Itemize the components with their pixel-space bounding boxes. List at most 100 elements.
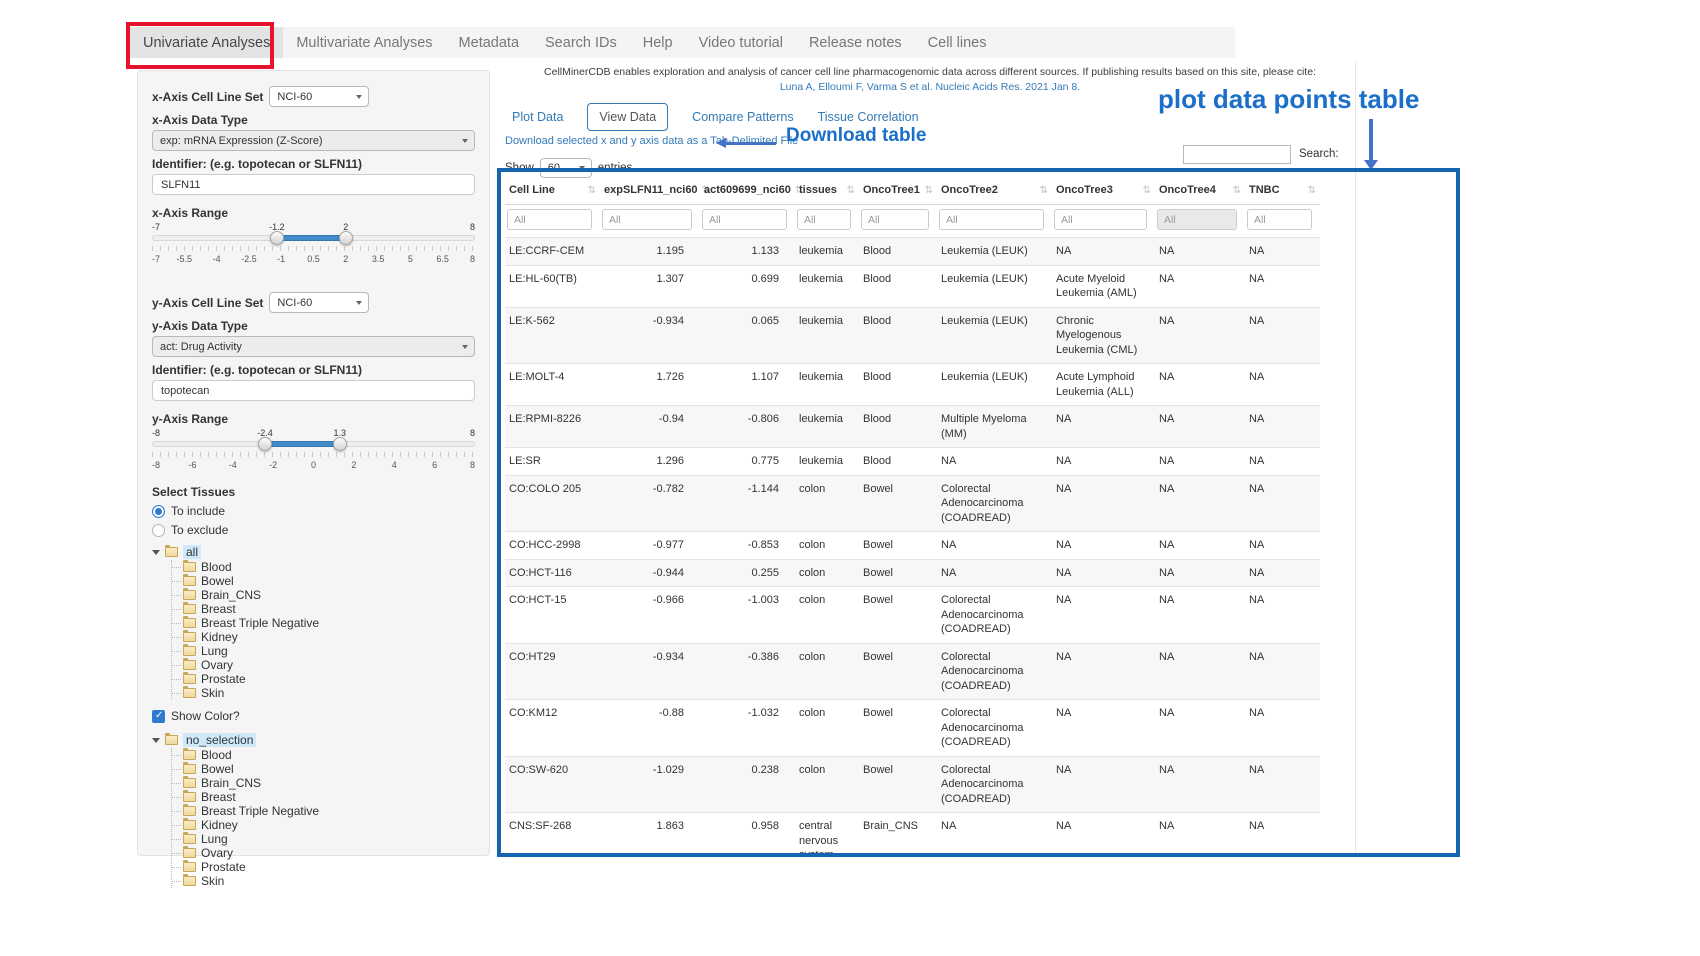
tree-item-label: Brain_CNS <box>201 588 261 602</box>
tree-item-brain-cns[interactable]: Brain_CNS <box>183 776 475 790</box>
cell-oncotree1: Bowel <box>859 643 937 700</box>
tree-item-kidney[interactable]: Kidney <box>183 630 475 644</box>
tissue-exclude-radio[interactable]: To exclude <box>152 523 475 537</box>
tree-item-bowel[interactable]: Bowel <box>183 762 475 776</box>
cell-expslfn11-nci60: -0.934 <box>600 643 700 700</box>
tree-item-label: Breast <box>201 602 236 616</box>
folder-icon <box>183 862 196 872</box>
sort-icon[interactable]: ⇅ <box>1040 185 1048 196</box>
filter-input-oncotree4[interactable] <box>1157 209 1237 230</box>
tree-item-skin[interactable]: Skin <box>183 874 475 888</box>
tissue-include-radio[interactable]: To include <box>152 504 475 518</box>
column-header-oncotree4[interactable]: OncoTree4⇅ <box>1155 176 1245 205</box>
tree-item-breast-triple-negative[interactable]: Breast Triple Negative <box>183 616 475 630</box>
y-axis-identifier-input[interactable] <box>152 380 475 401</box>
cell-oncotree4: NA <box>1155 700 1245 757</box>
radio-icon[interactable] <box>152 505 165 518</box>
sort-icon[interactable]: ⇅ <box>1143 185 1151 196</box>
tree-item-ovary[interactable]: Ovary <box>183 658 475 672</box>
sort-icon[interactable]: ⇅ <box>588 185 596 196</box>
tab-tissue-correlation[interactable]: Tissue Correlation <box>818 110 919 124</box>
nav-item-univariate-analyses[interactable]: Univariate Analyses <box>130 27 283 58</box>
sort-icon[interactable]: ⇅ <box>925 185 933 196</box>
cell-expslfn11-nci60: -1.029 <box>600 756 700 813</box>
sort-icon[interactable]: ⇅ <box>1308 185 1316 196</box>
tree-item-brain-cns[interactable]: Brain_CNS <box>183 588 475 602</box>
caret-down-icon[interactable] <box>152 738 160 743</box>
filter-input-tissues[interactable] <box>797 209 851 230</box>
nav-item-cell-lines[interactable]: Cell lines <box>915 27 1000 58</box>
column-header-tissues[interactable]: tissues⇅ <box>795 176 859 205</box>
tree-item-label: Breast <box>201 790 236 804</box>
filter-input-oncotree1[interactable] <box>861 209 929 230</box>
x-axis-identifier-input[interactable] <box>152 174 475 195</box>
nav-item-search-ids[interactable]: Search IDs <box>532 27 630 58</box>
nav-item-metadata[interactable]: Metadata <box>446 27 532 58</box>
nav-item-multivariate-analyses[interactable]: Multivariate Analyses <box>283 27 445 58</box>
filter-input-expslfn11-nci60[interactable] <box>602 209 692 230</box>
tree-item-kidney[interactable]: Kidney <box>183 818 475 832</box>
cell-oncotree4: NA <box>1155 406 1245 448</box>
x-axis-range-slider: -78-1.22-7-5.5-4-2.5-10.523.556.58 <box>152 222 475 268</box>
tree-item-blood[interactable]: Blood <box>183 748 475 762</box>
filter-input-tnbc[interactable] <box>1247 209 1312 230</box>
y-axis-cell-line-set-select[interactable]: NCI-60 <box>269 292 369 313</box>
filter-input-cell-line[interactable] <box>507 209 592 230</box>
tree-item-lung[interactable]: Lung <box>183 832 475 846</box>
slider-handle-from[interactable] <box>258 437 272 451</box>
nav-item-help[interactable]: Help <box>630 27 686 58</box>
tree-item-blood[interactable]: Blood <box>183 560 475 574</box>
tree-item-lung[interactable]: Lung <box>183 644 475 658</box>
column-header-expslfn11-nci60[interactable]: expSLFN11_nci60⇅ <box>600 176 700 205</box>
y-axis-data-type-select[interactable]: act: Drug Activity <box>152 336 475 357</box>
tree-root-no-selection[interactable]: no_selection <box>183 733 256 747</box>
checkbox-icon[interactable] <box>152 710 165 723</box>
cell-oncotree4: NA <box>1155 307 1245 364</box>
nav-item-video-tutorial[interactable]: Video tutorial <box>686 27 796 58</box>
tree-item-prostate[interactable]: Prostate <box>183 672 475 686</box>
entries-select[interactable]: 60 <box>540 158 592 178</box>
column-header-act609699-nci60[interactable]: act609699_nci60⇅ <box>700 176 795 205</box>
search-input[interactable] <box>1183 145 1291 164</box>
slider-handle-from[interactable] <box>270 231 284 245</box>
show-color-checkbox-row[interactable]: Show Color? <box>152 709 475 723</box>
x-axis-data-type-select[interactable]: exp: mRNA Expression (Z-Score) <box>152 130 475 151</box>
sort-icon[interactable]: ⇅ <box>847 185 855 196</box>
column-header-tnbc[interactable]: TNBC⇅ <box>1245 176 1320 205</box>
column-header-cell-line[interactable]: Cell Line⇅ <box>505 176 600 205</box>
tree-item-prostate[interactable]: Prostate <box>183 860 475 874</box>
tab-plot-data[interactable]: Plot Data <box>512 110 563 124</box>
column-header-oncotree3[interactable]: OncoTree3⇅ <box>1052 176 1155 205</box>
tree-item-skin[interactable]: Skin <box>183 686 475 700</box>
tree-item-breast[interactable]: Breast <box>183 602 475 616</box>
caret-down-icon[interactable] <box>152 550 160 555</box>
tree-item-bowel[interactable]: Bowel <box>183 574 475 588</box>
filter-input-oncotree2[interactable] <box>939 209 1044 230</box>
cell-act609699-nci60: -1.032 <box>700 700 795 757</box>
cell-tnbc: NA <box>1245 475 1320 532</box>
column-header-oncotree1[interactable]: OncoTree1⇅ <box>859 176 937 205</box>
cell-expslfn11-nci60: -0.944 <box>600 559 700 587</box>
slider-handle-to[interactable] <box>333 437 347 451</box>
filter-input-oncotree3[interactable] <box>1054 209 1147 230</box>
tab-view-data[interactable]: View Data <box>587 103 668 131</box>
nav-item-release-notes[interactable]: Release notes <box>796 27 915 58</box>
column-header-oncotree2[interactable]: OncoTree2⇅ <box>937 176 1052 205</box>
cell-oncotree4: NA <box>1155 587 1245 644</box>
x-axis-cell-line-set-select[interactable]: NCI-60 <box>269 86 369 107</box>
cell-act609699-nci60: 0.958 <box>700 813 795 854</box>
slider-max-label: 8 <box>470 222 475 232</box>
tree-root-all[interactable]: all <box>183 545 201 559</box>
cell-oncotree1: Brain_CNS <box>859 813 937 854</box>
sort-icon[interactable]: ⇅ <box>1233 185 1241 196</box>
tree-item-breast[interactable]: Breast <box>183 790 475 804</box>
radio-icon[interactable] <box>152 524 165 537</box>
panel-edge-divider <box>1355 62 1356 857</box>
folder-icon <box>183 750 196 760</box>
slider-handle-to[interactable] <box>339 231 353 245</box>
tab-compare-patterns[interactable]: Compare Patterns <box>692 110 793 124</box>
filter-input-act609699-nci60[interactable] <box>702 209 787 230</box>
tree-item-breast-triple-negative[interactable]: Breast Triple Negative <box>183 804 475 818</box>
folder-icon <box>183 778 196 788</box>
tree-item-ovary[interactable]: Ovary <box>183 846 475 860</box>
